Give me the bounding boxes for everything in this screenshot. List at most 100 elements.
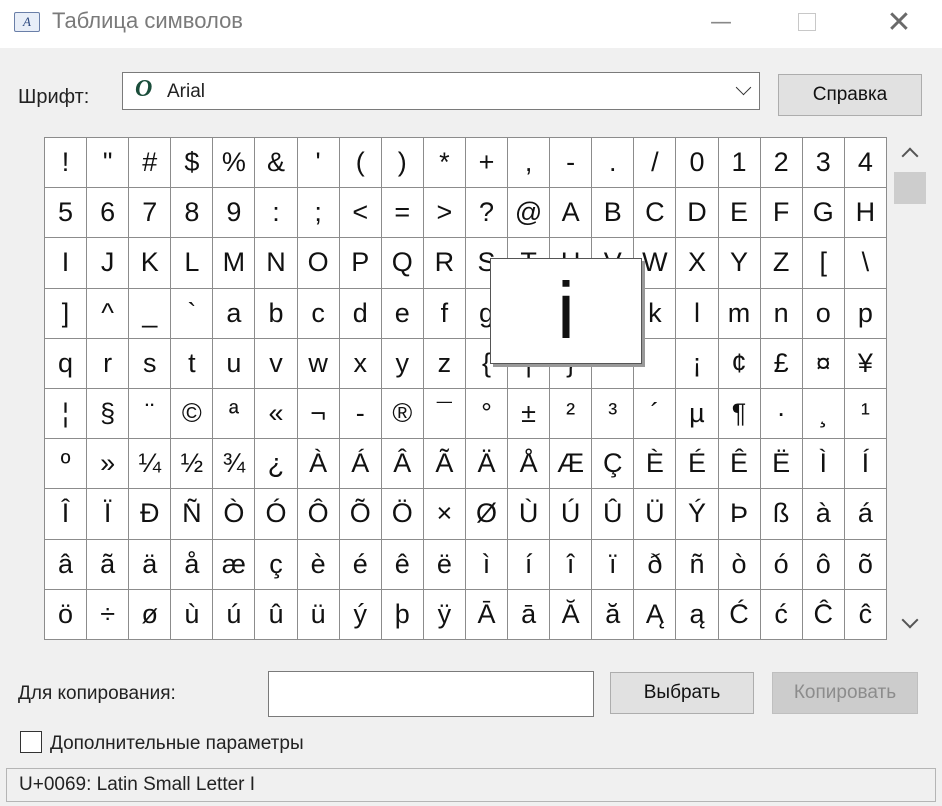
symbol-cell[interactable]: õ <box>844 539 887 590</box>
symbol-cell[interactable]: ± <box>508 388 551 440</box>
symbol-cell[interactable]: < <box>339 188 382 239</box>
symbol-cell[interactable]: » <box>87 439 130 490</box>
symbol-cell[interactable]: ¨ <box>129 388 172 440</box>
symbol-cell[interactable]: ÿ <box>423 589 466 640</box>
symbol-cell[interactable]: Í <box>844 439 887 490</box>
symbol-cell[interactable]: H <box>844 188 887 239</box>
symbol-cell[interactable]: ñ <box>676 539 719 590</box>
symbol-cell[interactable]: 2 <box>760 138 803 189</box>
symbol-cell[interactable]: c <box>297 288 340 339</box>
symbol-cell[interactable]: N <box>255 238 298 289</box>
symbol-cell[interactable]: 1 <box>718 138 761 189</box>
symbol-cell[interactable]: Z <box>760 238 803 289</box>
symbol-cell[interactable]: w <box>297 338 340 389</box>
symbol-cell[interactable]: ô <box>802 539 845 590</box>
symbol-cell[interactable]: s <box>129 338 172 389</box>
symbol-cell[interactable]: ¹ <box>844 388 887 440</box>
symbol-cell[interactable]: b <box>255 288 298 339</box>
symbol-cell[interactable]: Ă <box>550 589 593 640</box>
symbol-cell[interactable]: G <box>802 188 845 239</box>
advanced-options-checkbox[interactable] <box>20 731 42 753</box>
symbol-cell[interactable]: ò <box>718 539 761 590</box>
symbol-cell[interactable]: P <box>339 238 382 289</box>
symbol-cell[interactable]: q <box>45 338 88 389</box>
symbol-cell[interactable]: ß <box>760 489 803 540</box>
symbol-cell[interactable]: ª <box>213 388 256 440</box>
symbol-cell[interactable]: µ <box>676 388 719 440</box>
symbol-cell[interactable]: ç <box>255 539 298 590</box>
symbol-cell[interactable]: ; <box>297 188 340 239</box>
symbol-cell[interactable]: Ö <box>381 489 424 540</box>
symbol-cell[interactable]: ^ <box>87 288 130 339</box>
scroll-down-icon[interactable] <box>901 611 919 629</box>
symbol-cell[interactable]: E <box>718 188 761 239</box>
symbol-cell[interactable]: Ï <box>87 489 130 540</box>
symbol-cell[interactable]: + <box>465 138 509 189</box>
symbol-cell[interactable]: è <box>297 539 340 590</box>
symbol-cell[interactable]: 8 <box>171 188 214 239</box>
symbol-cell[interactable]: À <box>297 439 340 490</box>
symbol-cell[interactable]: ³ <box>592 388 635 440</box>
symbol-cell[interactable]: e <box>381 288 424 339</box>
symbol-cell[interactable]: p <box>844 288 887 339</box>
symbol-cell[interactable]: ĉ <box>844 589 887 640</box>
symbol-cell[interactable]: C <box>634 188 677 239</box>
symbol-cell[interactable]: · <box>760 388 803 440</box>
symbol-cell[interactable]: I <box>45 238 88 289</box>
symbol-cell[interactable]: ¾ <box>213 439 256 490</box>
symbol-cell[interactable]: © <box>171 388 214 440</box>
symbol-cell[interactable]: ù <box>171 589 214 640</box>
symbol-cell[interactable]: t <box>171 338 214 389</box>
symbol-cell[interactable]: ¦ <box>45 388 88 440</box>
symbol-cell[interactable]: / <box>634 138 677 189</box>
symbol-cell[interactable]: ¸ <box>802 388 845 440</box>
symbol-cell[interactable]: ÷ <box>87 589 130 640</box>
symbol-cell[interactable]: & <box>255 138 298 189</box>
symbol-cell[interactable]: R <box>423 238 466 289</box>
symbol-cell[interactable]: B <box>592 188 635 239</box>
symbol-cell[interactable]: - <box>550 138 593 189</box>
symbol-cell[interactable]: . <box>592 138 635 189</box>
symbol-cell[interactable]: Æ <box>550 439 593 490</box>
symbol-cell[interactable]: í <box>508 539 551 590</box>
symbol-cell[interactable]: Ù <box>508 489 551 540</box>
symbol-cell[interactable]: Ô <box>297 489 340 540</box>
symbol-cell[interactable]: § <box>87 388 130 440</box>
symbol-cell[interactable]: Ë <box>760 439 803 490</box>
symbol-cell[interactable]: Î <box>45 489 88 540</box>
symbol-cell[interactable]: « <box>255 388 298 440</box>
symbol-cell[interactable]: > <box>423 188 466 239</box>
symbol-cell[interactable]: â <box>45 539 88 590</box>
symbol-cell[interactable]: ] <box>45 288 88 339</box>
symbol-cell[interactable]: $ <box>171 138 214 189</box>
symbol-cell[interactable]: z <box>423 338 466 389</box>
symbol-cell[interactable]: 3 <box>802 138 845 189</box>
symbol-cell[interactable]: , <box>508 138 551 189</box>
symbol-cell[interactable]: 6 <box>87 188 130 239</box>
symbol-cell[interactable]: ā <box>508 589 551 640</box>
symbol-cell[interactable]: Ê <box>718 439 761 490</box>
symbol-cell[interactable]: Â <box>381 439 424 490</box>
symbol-cell[interactable]: * <box>423 138 466 189</box>
minimize-button[interactable]: — <box>690 0 752 44</box>
symbol-cell[interactable]: L <box>171 238 214 289</box>
symbol-cell[interactable]: ( <box>339 138 382 189</box>
symbol-cell[interactable]: Y <box>718 238 761 289</box>
symbol-cell[interactable]: ! <box>45 138 88 189</box>
symbol-cell[interactable]: ¶ <box>718 388 761 440</box>
symbol-cell[interactable]: Ñ <box>171 489 214 540</box>
symbol-cell[interactable]: 4 <box>844 138 887 189</box>
symbol-cell[interactable]: A <box>550 188 593 239</box>
symbol-cell[interactable]: ý <box>339 589 382 640</box>
symbol-cell[interactable]: æ <box>213 539 256 590</box>
symbol-cell[interactable]: ć <box>760 589 803 640</box>
symbol-cell[interactable]: ó <box>760 539 803 590</box>
symbol-cell[interactable]: Ĉ <box>802 589 845 640</box>
symbol-cell[interactable]: å <box>171 539 214 590</box>
copy-field[interactable] <box>268 671 594 717</box>
symbol-cell[interactable]: Ç <box>592 439 635 490</box>
symbol-cell[interactable]: K <box>129 238 172 289</box>
grid-scrollbar[interactable] <box>892 140 928 640</box>
symbol-cell[interactable]: ì <box>465 539 509 590</box>
symbol-cell[interactable]: Ó <box>255 489 298 540</box>
